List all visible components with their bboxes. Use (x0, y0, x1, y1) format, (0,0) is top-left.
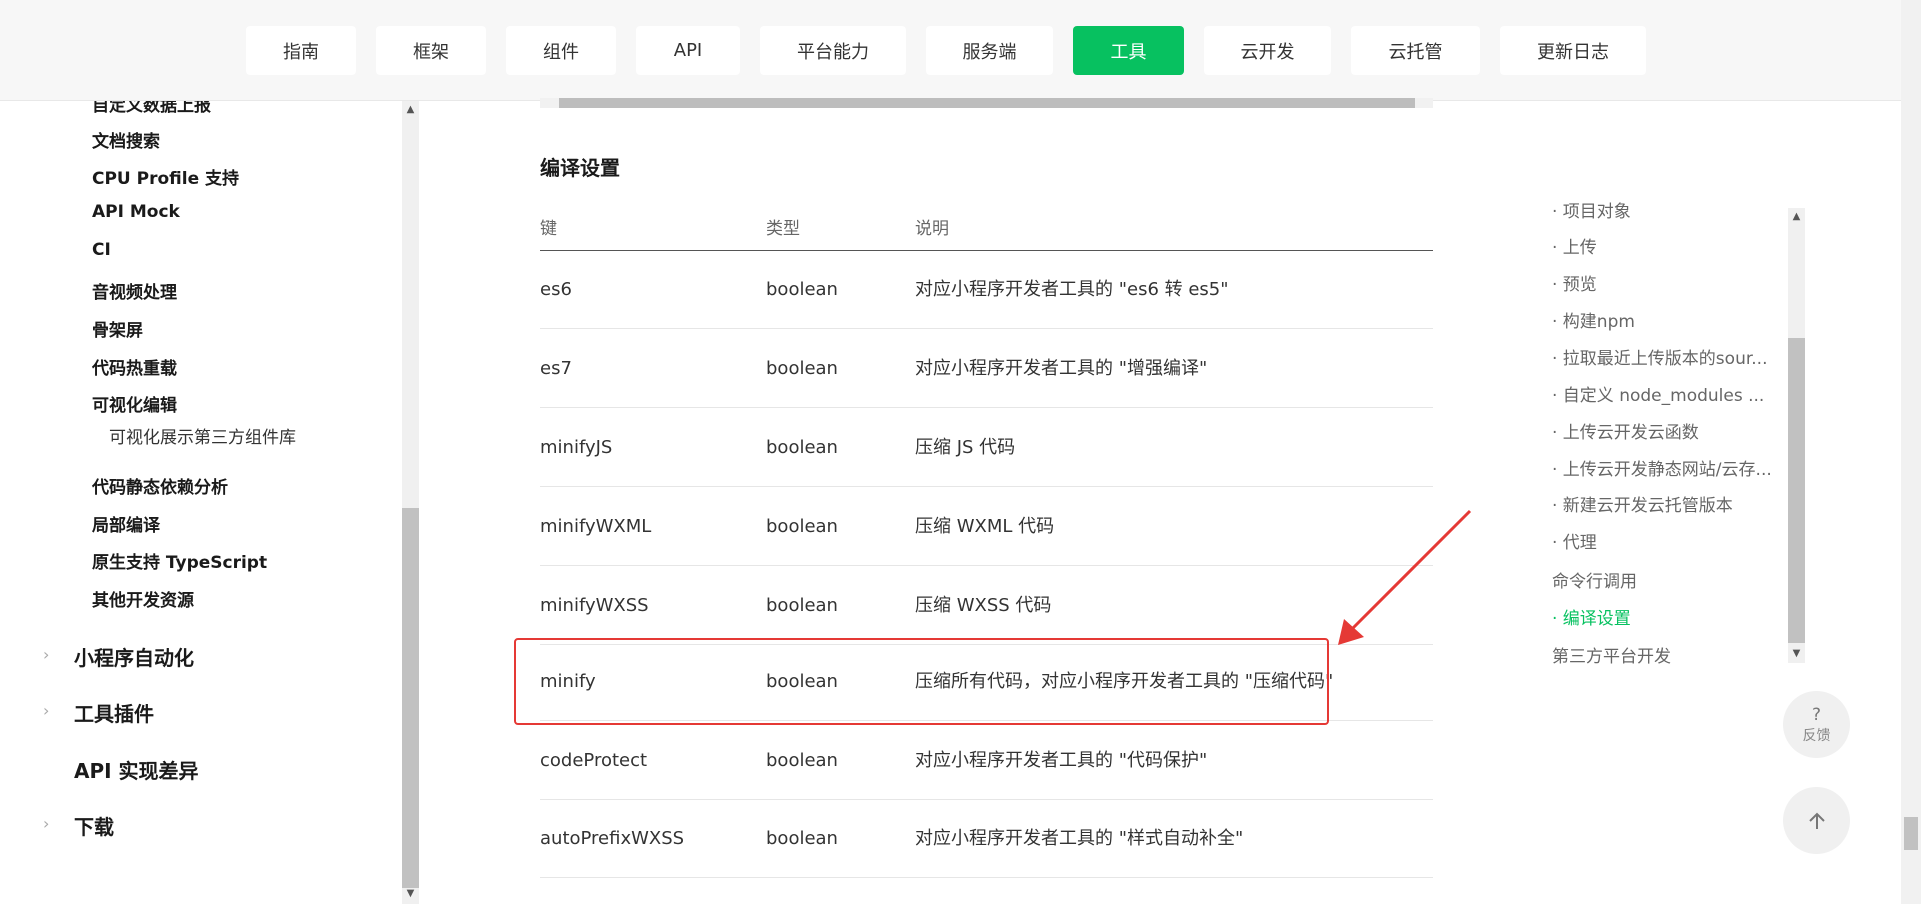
sidebar: 自定义数据上报 文档搜索 CPU Profile 支持 API Mock CI … (0, 101, 420, 904)
main-nav: 指南 框架 组件 API 平台能力 服务端 工具 云开发 云托管 更新日志 (246, 26, 1646, 75)
row-type: boolean (766, 437, 838, 458)
row-description: 对应小程序开发者工具的 "增强编译" (915, 358, 1208, 379)
nav-changelog[interactable]: 更新日志 (1500, 26, 1646, 75)
row-description: 压缩 WXSS 代码 (915, 595, 1052, 616)
toc-item-preview[interactable]: · 预览 (1552, 270, 1597, 295)
top-navigation-bar: 指南 框架 组件 API 平台能力 服务端 工具 云开发 云托管 更新日志 (0, 0, 1901, 101)
row-type: boolean (766, 828, 838, 849)
nav-api[interactable]: API (636, 26, 740, 75)
toc-item-new-cloud-hosting[interactable]: · 新建云开发云托管版本 (1552, 491, 1733, 516)
row-key: codeProtect (540, 750, 648, 771)
row-description: 对应小程序开发者工具的 "样式自动补全" (915, 828, 1244, 849)
toc-item-third-party-platform[interactable]: 第三方平台开发 (1552, 642, 1671, 667)
page-scrollbar-thumb[interactable] (1904, 817, 1918, 850)
feedback-label: 反馈 (1802, 727, 1831, 744)
toc-item-build-npm[interactable]: · 构建npm (1552, 307, 1635, 332)
table-header-key: 键 (540, 219, 557, 239)
toc-item-get-sourcemap[interactable]: · 拉取最近上传版本的sour... (1552, 344, 1767, 369)
row-key: es6 (540, 279, 572, 300)
scroll-up-arrow-icon[interactable]: ▲ (402, 104, 419, 115)
toc-item-upload[interactable]: · 上传 (1552, 233, 1597, 258)
nav-server[interactable]: 服务端 (926, 26, 1053, 75)
nav-platform-capability[interactable]: 平台能力 (760, 26, 906, 75)
row-key: minifyWXML (540, 516, 652, 537)
toc-item-custom-node-modules[interactable]: · 自定义 node_modules ... (1552, 381, 1764, 406)
chevron-right-icon[interactable]: › (43, 814, 49, 833)
sidebar-section-automation[interactable]: 小程序自动化 (74, 642, 194, 671)
table-row: minifyWXML boolean 压缩 WXML 代码 (540, 488, 1433, 566)
back-to-top-button[interactable] (1783, 787, 1850, 854)
sidebar-section-tool-plugins[interactable]: 工具插件 (74, 698, 154, 727)
scroll-down-arrow-icon[interactable]: ▼ (402, 888, 419, 899)
table-of-contents: · 项目对象 · 上传 · 预览 · 构建npm · 拉取最近上传版本的sour… (1540, 200, 1800, 670)
page-scrollbar-track[interactable] (1901, 0, 1921, 904)
sidebar-item-partial[interactable]: 自定义数据上报 (92, 101, 211, 116)
sidebar-subitem-third-party-lib[interactable]: 可视化展示第三方组件库 (109, 423, 296, 448)
sidebar-item-av-processing[interactable]: 音视频处理 (92, 278, 177, 303)
sidebar-item-visual-edit[interactable]: 可视化编辑 (92, 391, 177, 416)
nav-guide[interactable]: 指南 (246, 26, 356, 75)
toc-item-partial[interactable]: · 项目对象 (1552, 200, 1631, 222)
row-type: boolean (766, 279, 838, 300)
sidebar-item-hot-reload[interactable]: 代码热重载 (92, 354, 177, 379)
row-key: minifyJS (540, 437, 613, 458)
scroll-down-arrow-icon[interactable]: ▼ (1788, 648, 1805, 659)
highlight-box (514, 638, 1329, 725)
question-icon: ? (1811, 704, 1822, 725)
nav-cloud-hosting[interactable]: 云托管 (1351, 26, 1480, 75)
sidebar-item-other-resources[interactable]: 其他开发资源 (92, 586, 194, 611)
scroll-up-arrow-icon[interactable]: ▲ (1788, 211, 1805, 222)
row-type: boolean (766, 516, 838, 537)
toc-item-proxy[interactable]: · 代理 (1552, 528, 1597, 553)
sidebar-section-api-diff[interactable]: API 实现差异 (74, 755, 199, 784)
nav-cloud-dev[interactable]: 云开发 (1204, 26, 1331, 75)
arrow-up-icon (1808, 812, 1825, 829)
sidebar-item-typescript[interactable]: 原生支持 TypeScript (92, 548, 267, 573)
sidebar-item-partial-compile[interactable]: 局部编译 (92, 511, 160, 536)
toc-item-cli[interactable]: 命令行调用 (1552, 567, 1637, 592)
row-description: 对应小程序开发者工具的 "es6 转 es5" (915, 279, 1229, 300)
sidebar-scrollbar-thumb[interactable] (402, 508, 419, 888)
sidebar-item-doc-search[interactable]: 文档搜索 (92, 127, 160, 152)
toc-scrollbar-thumb[interactable] (1788, 338, 1805, 643)
table-row: minifyJS boolean 压缩 JS 代码 (540, 409, 1433, 487)
row-type: boolean (766, 750, 838, 771)
sidebar-item-cpu-profile[interactable]: CPU Profile 支持 (92, 164, 239, 189)
sidebar-item-ci[interactable]: CI (92, 240, 111, 260)
row-key: autoPrefixWXSS (540, 828, 685, 849)
row-description: 压缩 JS 代码 (915, 437, 1016, 458)
table-row: autoPrefixWXSS boolean 对应小程序开发者工具的 "样式自动… (540, 800, 1433, 878)
table-row: codeProtect boolean 对应小程序开发者工具的 "代码保护" (540, 722, 1433, 800)
toc-item-upload-static-storage[interactable]: · 上传云开发静态网站/云存... (1552, 455, 1772, 480)
table-row: es7 boolean 对应小程序开发者工具的 "增强编译" (540, 330, 1433, 408)
toc-item-upload-cloud-function[interactable]: · 上传云开发云函数 (1552, 418, 1699, 443)
row-description: 对应小程序开发者工具的 "代码保护" (915, 750, 1208, 771)
sidebar-item-skeleton[interactable]: 骨架屏 (92, 316, 143, 341)
nav-tools[interactable]: 工具 (1073, 26, 1184, 75)
annotation-arrow-icon (1338, 509, 1472, 645)
nav-components[interactable]: 组件 (506, 26, 616, 75)
section-title: 编译设置 (540, 156, 620, 180)
horizontal-scrollbar-thumb[interactable] (559, 98, 1415, 108)
table-row: es6 boolean 对应小程序开发者工具的 "es6 转 es5" (540, 251, 1433, 329)
row-type: boolean (766, 595, 838, 616)
sidebar-section-download[interactable]: 下载 (74, 811, 114, 840)
chevron-right-icon[interactable]: › (43, 645, 49, 664)
table-header-description: 说明 (915, 219, 949, 239)
row-key: minifyWXSS (540, 595, 649, 616)
nav-framework[interactable]: 框架 (376, 26, 486, 75)
sidebar-item-static-dependency[interactable]: 代码静态依赖分析 (92, 473, 228, 498)
table-row: minifyWXSS boolean 压缩 WXSS 代码 (540, 567, 1433, 645)
table-horizontal-scrollbar[interactable] (540, 98, 1433, 108)
row-type: boolean (766, 358, 838, 379)
feedback-button[interactable]: ? 反馈 (1783, 691, 1850, 758)
row-description: 压缩 WXML 代码 (915, 516, 1055, 537)
chevron-right-icon[interactable]: › (43, 701, 49, 720)
table-header-type: 类型 (766, 219, 800, 239)
toc-item-compile-settings[interactable]: · 编译设置 (1552, 604, 1631, 629)
sidebar-item-api-mock[interactable]: API Mock (92, 202, 180, 222)
row-key: es7 (540, 358, 572, 379)
